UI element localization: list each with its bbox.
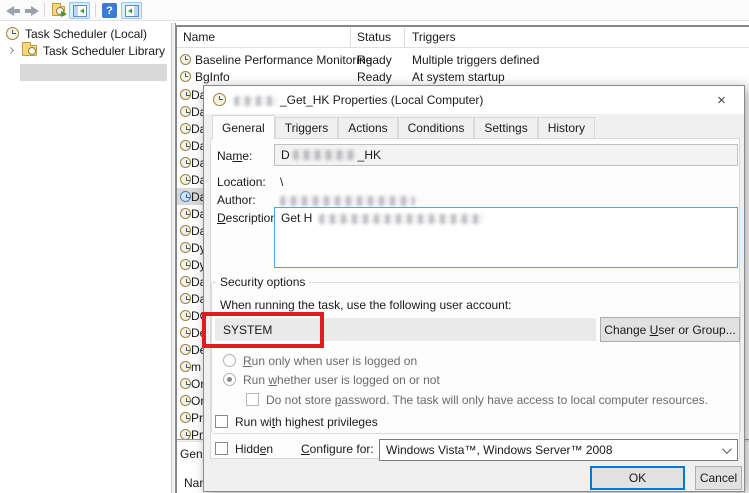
- name-label: Name:: [217, 149, 252, 163]
- column-header-triggers[interactable]: Triggers: [412, 30, 456, 44]
- folder-clock-icon: [22, 45, 37, 56]
- dialog-tabs: General Triggers Actions Conditions Sett…: [212, 118, 595, 139]
- task-clock-icon: [180, 54, 191, 65]
- author-label: Author:: [217, 193, 256, 207]
- checkbox-hidden[interactable]: [215, 442, 228, 455]
- toolbar-separator: [44, 3, 45, 17]
- dialog-title: _Get_HK Properties (Local Computer): [280, 93, 483, 107]
- back-icon[interactable]: [4, 2, 21, 19]
- tab-conditions[interactable]: Conditions: [398, 117, 475, 139]
- list-view-icon[interactable]: [69, 2, 90, 19]
- forward-icon[interactable]: [23, 2, 40, 19]
- checkbox-hidden-label: Hidden: [235, 442, 273, 456]
- redacted-author-text: [280, 196, 415, 206]
- configure-for-select[interactable]: Windows Vista™, Windows Server™ 2008: [379, 439, 738, 461]
- checkbox-run-highest-privileges-label: Run with highest privileges: [235, 415, 378, 429]
- task-clock-icon: [180, 276, 191, 287]
- task-clock-icon: [180, 208, 191, 219]
- expander-chevron-icon[interactable]: [7, 47, 14, 54]
- tree-selection-highlight: [20, 64, 167, 81]
- tree-item-label: Task Scheduler Library: [43, 44, 165, 58]
- task-clock-icon: [180, 310, 191, 321]
- radio-run-logged-on: [223, 354, 236, 367]
- checkbox-do-not-store-password: [246, 393, 259, 406]
- chevron-down-icon: [722, 444, 732, 454]
- tab-general[interactable]: General: [212, 115, 275, 139]
- redacted-name-text: [293, 150, 355, 160]
- checkbox-do-not-store-password-label: Do not store password. The task will onl…: [266, 393, 708, 407]
- task-clock-icon: [180, 140, 191, 151]
- security-options-label: Security options: [216, 275, 309, 289]
- ok-button[interactable]: OK: [590, 466, 685, 490]
- account-field[interactable]: SYSTEM: [215, 318, 596, 341]
- clock-icon: [6, 27, 19, 40]
- console-tree: Task Scheduler (Local) Task Scheduler Li…: [0, 23, 171, 493]
- description-field[interactable]: Get H: [274, 207, 738, 268]
- tree-item-task-scheduler-local[interactable]: Task Scheduler (Local): [6, 25, 147, 42]
- tab-settings[interactable]: Settings: [474, 117, 537, 139]
- task-scheduler-window: ? Task Scheduler (Local) Task Scheduler …: [0, 0, 749, 493]
- checkbox-run-highest-privileges[interactable]: [215, 415, 228, 428]
- task-clock-icon: [180, 344, 191, 355]
- location-value: \: [280, 175, 283, 189]
- task-clock-icon: [180, 174, 191, 185]
- mmc-toolbar: ?: [0, 0, 749, 21]
- action-pane-icon[interactable]: [121, 2, 142, 19]
- cancel-button[interactable]: Cancel: [695, 466, 742, 490]
- redacted-title-text: [234, 96, 278, 106]
- task-clock-icon: [180, 242, 191, 253]
- toolbar-separator: [95, 3, 96, 17]
- task-row[interactable]: BgInfo Ready At system startup: [177, 68, 749, 85]
- column-header-name[interactable]: Name: [183, 30, 215, 44]
- task-clock-icon: [180, 123, 191, 134]
- task-clock-icon: [180, 293, 191, 304]
- task-clock-icon: [180, 412, 191, 423]
- change-user-button[interactable]: Change User or Group...: [600, 317, 740, 342]
- radio-run-logged-on-label: Run only when user is logged on: [243, 354, 417, 368]
- task-row[interactable]: Baseline Performance Monitoring Ready Mu…: [177, 51, 749, 68]
- help-icon[interactable]: ?: [101, 2, 118, 19]
- console-tree-icon[interactable]: [49, 2, 67, 19]
- configure-for-label: Configure for:: [301, 442, 374, 456]
- task-clock-icon: [180, 106, 191, 117]
- tree-item-task-scheduler-library[interactable]: Task Scheduler Library: [8, 42, 165, 59]
- task-clock-icon: [180, 259, 191, 270]
- task-clock-icon: [180, 191, 191, 202]
- radio-run-not-logged-on: [223, 373, 236, 386]
- task-clock-icon: [180, 378, 191, 389]
- location-label: Location:: [217, 175, 266, 189]
- task-clock-icon: [180, 225, 191, 236]
- name-field[interactable]: D _HK: [274, 144, 738, 166]
- account-hint-label: When running the task, use the following…: [220, 298, 512, 312]
- task-clock-icon: [180, 71, 191, 82]
- task-clock-icon: [180, 89, 191, 100]
- task-clock-icon: [180, 395, 191, 406]
- close-icon[interactable]: ×: [699, 86, 744, 114]
- description-label: Description:: [217, 211, 280, 225]
- tree-item-label: Task Scheduler (Local): [25, 27, 147, 41]
- redacted-description-text: [319, 214, 484, 224]
- task-clock-icon: [180, 361, 191, 372]
- tab-triggers[interactable]: Triggers: [275, 117, 339, 139]
- radio-run-not-logged-on-label: Run whether user is logged on or not: [243, 373, 440, 387]
- tab-actions[interactable]: Actions: [338, 117, 397, 139]
- tab-history[interactable]: History: [538, 117, 595, 139]
- dialog-titlebar: _Get_HK Properties (Local Computer) ×: [204, 86, 744, 114]
- column-header-status[interactable]: Status: [357, 30, 391, 44]
- list-header: Name Status Triggers: [177, 27, 749, 48]
- task-properties-dialog: _Get_HK Properties (Local Computer) × Ge…: [203, 85, 745, 492]
- task-clock-icon: [180, 157, 191, 168]
- task-clock-icon: [180, 327, 191, 338]
- clock-icon: [213, 93, 226, 106]
